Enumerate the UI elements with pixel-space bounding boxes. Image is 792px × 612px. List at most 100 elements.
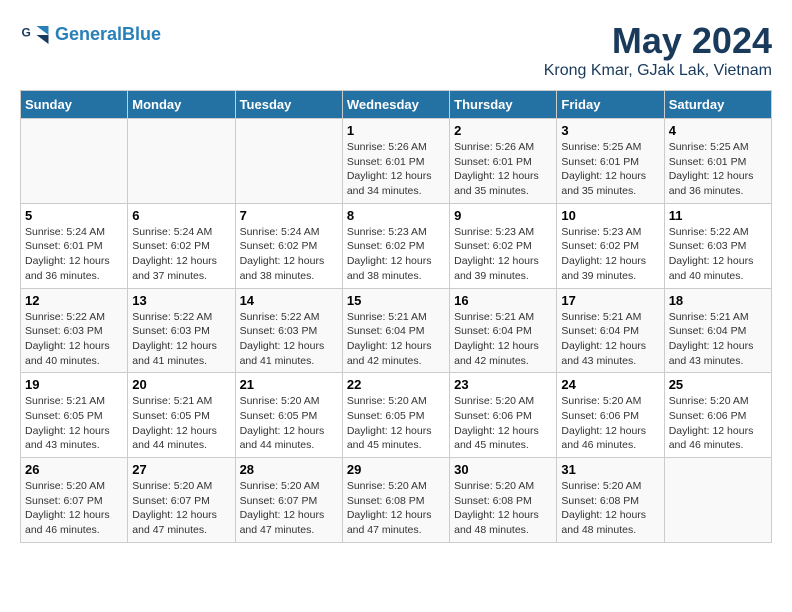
day-number: 28	[240, 462, 338, 477]
calendar-cell: 8 Sunrise: 5:23 AM Sunset: 6:02 PM Daylig…	[342, 203, 449, 288]
day-info: Sunrise: 5:22 AM Sunset: 6:03 PM Dayligh…	[669, 225, 767, 284]
day-info: Sunrise: 5:20 AM Sunset: 6:08 PM Dayligh…	[561, 479, 659, 538]
day-number: 7	[240, 208, 338, 223]
day-info: Sunrise: 5:21 AM Sunset: 6:04 PM Dayligh…	[347, 310, 445, 369]
svg-text:G: G	[22, 26, 31, 40]
calendar-cell: 7 Sunrise: 5:24 AM Sunset: 6:02 PM Daylig…	[235, 203, 342, 288]
weekday-header-saturday: Saturday	[664, 91, 771, 119]
weekday-header-monday: Monday	[128, 91, 235, 119]
weekday-header-wednesday: Wednesday	[342, 91, 449, 119]
calendar-cell: 31 Sunrise: 5:20 AM Sunset: 6:08 PM Dayli…	[557, 458, 664, 543]
day-number: 10	[561, 208, 659, 223]
calendar-cell: 25Sunrise: 5:20 AM Sunset: 6:06 PM Dayli…	[664, 373, 771, 458]
calendar-cell: 23Sunrise: 5:20 AM Sunset: 6:06 PM Dayli…	[450, 373, 557, 458]
weekday-header-friday: Friday	[557, 91, 664, 119]
calendar-cell: 22 Sunrise: 5:20 AM Sunset: 6:05 PM Dayli…	[342, 373, 449, 458]
month-title: May 2024	[544, 20, 772, 62]
logo-line2: Blue	[122, 24, 161, 44]
calendar-week-row: 5 Sunrise: 5:24 AM Sunset: 6:01 PM Daylig…	[21, 203, 772, 288]
day-info: Sunrise: 5:20 AM Sunset: 6:06 PM Dayligh…	[561, 394, 659, 453]
day-info: Sunrise: 5:23 AM Sunset: 6:02 PM Dayligh…	[347, 225, 445, 284]
day-number: 31	[561, 462, 659, 477]
day-number: 8	[347, 208, 445, 223]
calendar-cell: 5 Sunrise: 5:24 AM Sunset: 6:01 PM Daylig…	[21, 203, 128, 288]
calendar-cell: 4Sunrise: 5:25 AM Sunset: 6:01 PM Daylig…	[664, 119, 771, 204]
day-number: 20	[132, 377, 230, 392]
day-number: 3	[561, 123, 659, 138]
logo-text: GeneralBlue	[55, 24, 161, 46]
day-number: 4	[669, 123, 767, 138]
calendar-cell: 12 Sunrise: 5:22 AM Sunset: 6:03 PM Dayli…	[21, 288, 128, 373]
day-number: 2	[454, 123, 552, 138]
calendar-cell: 16 Sunrise: 5:21 AM Sunset: 6:04 PM Dayli…	[450, 288, 557, 373]
day-number: 30	[454, 462, 552, 477]
day-number: 27	[132, 462, 230, 477]
calendar-cell: 2 Sunrise: 5:26 AM Sunset: 6:01 PM Daylig…	[450, 119, 557, 204]
page-header: G GeneralBlue May 2024 Krong Kmar, GJak …	[20, 20, 772, 80]
calendar-cell: 20 Sunrise: 5:21 AM Sunset: 6:05 PM Dayli…	[128, 373, 235, 458]
day-number: 18	[669, 293, 767, 308]
calendar-cell: 11Sunrise: 5:22 AM Sunset: 6:03 PM Dayli…	[664, 203, 771, 288]
calendar-cell: 6 Sunrise: 5:24 AM Sunset: 6:02 PM Daylig…	[128, 203, 235, 288]
day-info: Sunrise: 5:21 AM Sunset: 6:04 PM Dayligh…	[561, 310, 659, 369]
day-number: 12	[25, 293, 123, 308]
weekday-header-thursday: Thursday	[450, 91, 557, 119]
calendar-week-row: 12 Sunrise: 5:22 AM Sunset: 6:03 PM Dayli…	[21, 288, 772, 373]
day-info: Sunrise: 5:20 AM Sunset: 6:07 PM Dayligh…	[25, 479, 123, 538]
calendar-cell: 30Sunrise: 5:20 AM Sunset: 6:08 PM Dayli…	[450, 458, 557, 543]
day-number: 5	[25, 208, 123, 223]
day-number: 16	[454, 293, 552, 308]
calendar-cell: 21 Sunrise: 5:20 AM Sunset: 6:05 PM Dayli…	[235, 373, 342, 458]
title-block: May 2024 Krong Kmar, GJak Lak, Vietnam	[544, 20, 772, 80]
day-info: Sunrise: 5:21 AM Sunset: 6:04 PM Dayligh…	[454, 310, 552, 369]
day-number: 24	[561, 377, 659, 392]
calendar-cell: 28 Sunrise: 5:20 AM Sunset: 6:07 PM Dayli…	[235, 458, 342, 543]
day-number: 21	[240, 377, 338, 392]
day-number: 9	[454, 208, 552, 223]
calendar-cell: 13 Sunrise: 5:22 AM Sunset: 6:03 PM Dayli…	[128, 288, 235, 373]
day-number: 22	[347, 377, 445, 392]
day-number: 19	[25, 377, 123, 392]
day-number: 15	[347, 293, 445, 308]
location: Krong Kmar, GJak Lak, Vietnam	[544, 62, 772, 80]
day-info: Sunrise: 5:26 AM Sunset: 6:01 PM Dayligh…	[454, 140, 552, 199]
logo: G GeneralBlue	[20, 20, 161, 50]
day-info: Sunrise: 5:22 AM Sunset: 6:03 PM Dayligh…	[132, 310, 230, 369]
day-info: Sunrise: 5:20 AM Sunset: 6:05 PM Dayligh…	[240, 394, 338, 453]
calendar-cell: 15 Sunrise: 5:21 AM Sunset: 6:04 PM Dayli…	[342, 288, 449, 373]
calendar-cell: 18 Sunrise: 5:21 AM Sunset: 6:04 PM Dayli…	[664, 288, 771, 373]
day-info: Sunrise: 5:20 AM Sunset: 6:07 PM Dayligh…	[240, 479, 338, 538]
day-info: Sunrise: 5:23 AM Sunset: 6:02 PM Dayligh…	[454, 225, 552, 284]
calendar-week-row: 26Sunrise: 5:20 AM Sunset: 6:07 PM Dayli…	[21, 458, 772, 543]
day-info: Sunrise: 5:20 AM Sunset: 6:06 PM Dayligh…	[454, 394, 552, 453]
calendar-cell: 19Sunrise: 5:21 AM Sunset: 6:05 PM Dayli…	[21, 373, 128, 458]
calendar-cell: 26Sunrise: 5:20 AM Sunset: 6:07 PM Dayli…	[21, 458, 128, 543]
calendar-cell: 3 Sunrise: 5:25 AM Sunset: 6:01 PM Daylig…	[557, 119, 664, 204]
day-number: 6	[132, 208, 230, 223]
weekday-header-sunday: Sunday	[21, 91, 128, 119]
day-info: Sunrise: 5:22 AM Sunset: 6:03 PM Dayligh…	[25, 310, 123, 369]
logo-line1: General	[55, 24, 122, 44]
day-info: Sunrise: 5:24 AM Sunset: 6:02 PM Dayligh…	[240, 225, 338, 284]
day-info: Sunrise: 5:21 AM Sunset: 6:04 PM Dayligh…	[669, 310, 767, 369]
calendar-week-row: 1Sunrise: 5:26 AM Sunset: 6:01 PM Daylig…	[21, 119, 772, 204]
calendar-cell: 17 Sunrise: 5:21 AM Sunset: 6:04 PM Dayli…	[557, 288, 664, 373]
calendar-cell: 24 Sunrise: 5:20 AM Sunset: 6:06 PM Dayli…	[557, 373, 664, 458]
day-info: Sunrise: 5:20 AM Sunset: 6:08 PM Dayligh…	[347, 479, 445, 538]
calendar-cell: 1Sunrise: 5:26 AM Sunset: 6:01 PM Daylig…	[342, 119, 449, 204]
weekday-header-tuesday: Tuesday	[235, 91, 342, 119]
day-number: 25	[669, 377, 767, 392]
day-info: Sunrise: 5:26 AM Sunset: 6:01 PM Dayligh…	[347, 140, 445, 199]
day-info: Sunrise: 5:22 AM Sunset: 6:03 PM Dayligh…	[240, 310, 338, 369]
calendar-table: SundayMondayTuesdayWednesdayThursdayFrid…	[20, 90, 772, 543]
logo-icon: G	[20, 20, 50, 50]
calendar-cell	[235, 119, 342, 204]
calendar-cell: 14Sunrise: 5:22 AM Sunset: 6:03 PM Dayli…	[235, 288, 342, 373]
day-info: Sunrise: 5:24 AM Sunset: 6:01 PM Dayligh…	[25, 225, 123, 284]
day-info: Sunrise: 5:21 AM Sunset: 6:05 PM Dayligh…	[132, 394, 230, 453]
day-info: Sunrise: 5:20 AM Sunset: 6:05 PM Dayligh…	[347, 394, 445, 453]
day-info: Sunrise: 5:24 AM Sunset: 6:02 PM Dayligh…	[132, 225, 230, 284]
day-number: 13	[132, 293, 230, 308]
day-number: 17	[561, 293, 659, 308]
day-info: Sunrise: 5:25 AM Sunset: 6:01 PM Dayligh…	[561, 140, 659, 199]
